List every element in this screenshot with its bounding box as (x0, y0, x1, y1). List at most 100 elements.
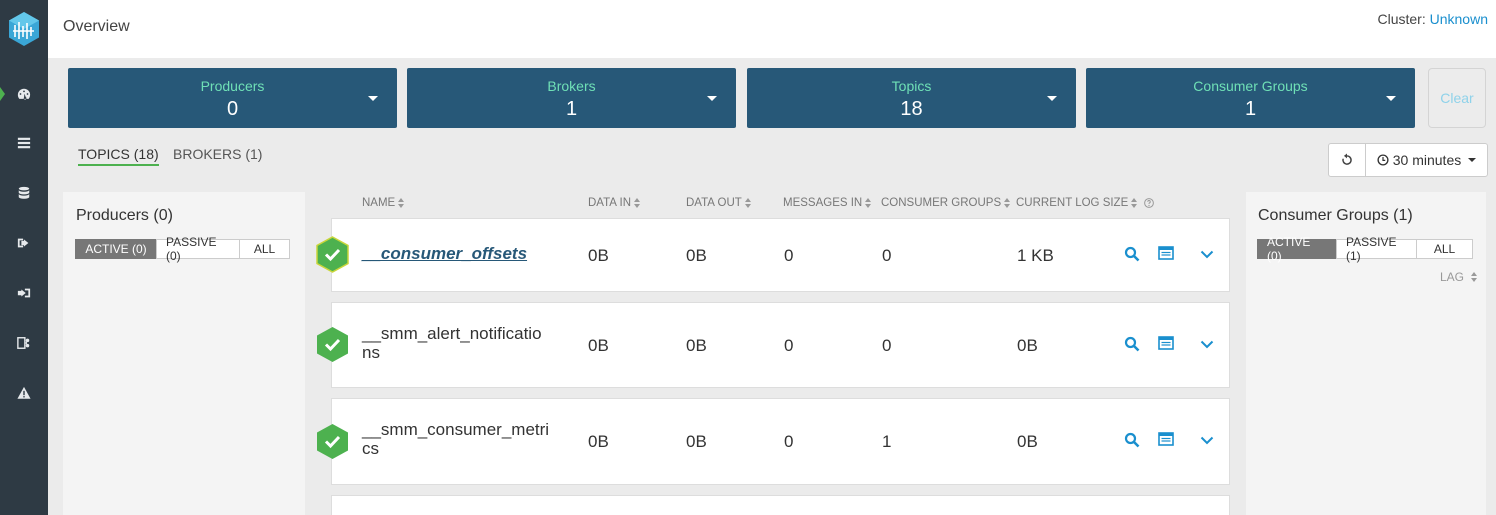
column-header-data-out[interactable]: DATA OUT (686, 197, 752, 209)
stat-value: 1 (1244, 98, 1257, 120)
consumer-groups-value: 0 (882, 246, 892, 265)
topic-name-line: cs (362, 439, 379, 458)
time-range-label: 30 minutes (1392, 152, 1462, 168)
chevron-down-icon[interactable] (1198, 245, 1216, 263)
column-header-name[interactable]: NAME (362, 197, 405, 209)
topic-name[interactable]: __smm_alert_notificatio ns (362, 324, 542, 362)
details-panel-icon[interactable] (1157, 244, 1175, 262)
lag-column-header[interactable]: LAG (1440, 270, 1478, 284)
details-panel-icon[interactable] (1157, 334, 1175, 352)
consumer-groups-panel: Consumer Groups (1) ACTIVE (0) PASSIVE (… (1246, 192, 1486, 515)
clear-button[interactable]: Clear (1428, 68, 1486, 128)
database-icon (18, 186, 30, 199)
consumer-groups-card[interactable]: Consumer Groups 1 (1086, 68, 1415, 128)
cluster-label: Cluster: (1377, 11, 1426, 27)
column-header-consumer-groups[interactable]: CONSUMER GROUPS (881, 197, 1011, 209)
stat-value: 18 (900, 98, 923, 120)
filter-active[interactable]: ACTIVE (0) (75, 239, 157, 259)
caret-down-icon (1468, 158, 1477, 162)
status-ok-icon (316, 236, 349, 273)
nav-alerts[interactable] (0, 368, 48, 418)
warning-icon (17, 386, 31, 399)
filter-all[interactable]: ALL (239, 239, 290, 259)
topic-name-link[interactable]: __consumer_offsets (362, 244, 527, 263)
caret-down-icon[interactable] (368, 96, 378, 101)
refresh-button[interactable] (1328, 143, 1366, 177)
sign-in-icon (17, 288, 31, 298)
nav-topics[interactable] (0, 118, 48, 168)
help-icon[interactable] (1144, 198, 1155, 208)
page-title: Overview (63, 18, 130, 35)
filter-active[interactable]: ACTIVE (0) (1257, 235, 1337, 263)
nav-consumers[interactable] (0, 268, 48, 318)
sort-icon (634, 197, 641, 208)
details-panel-icon[interactable] (1157, 430, 1175, 448)
refresh-icon (1342, 153, 1352, 165)
sign-out-icon (17, 238, 29, 248)
sort-icon (1131, 197, 1138, 208)
data-in-value: 0B (588, 246, 609, 265)
topics-card[interactable]: Topics 18 (747, 68, 1076, 128)
chevron-down-icon[interactable] (1198, 431, 1216, 449)
app-logo[interactable] (6, 11, 42, 47)
table-row[interactable]: __smm_alert_notificatio ns 0B 0B 0 0 0B (317, 302, 1230, 388)
stat-value: 1 (565, 98, 578, 120)
tab-topics[interactable]: TOPICS (18) (78, 146, 159, 166)
sort-icon (865, 197, 872, 208)
producers-filter-group: ACTIVE (0) PASSIVE (0) ALL (75, 235, 290, 263)
chevron-down-icon[interactable] (1198, 335, 1216, 353)
column-header-data-in[interactable]: DATA IN (588, 197, 641, 209)
topic-name-line: ns (362, 343, 380, 362)
header-bar: Overview Cluster: Unknown (48, 0, 1496, 58)
tab-brokers[interactable]: BROKERS (1) (173, 146, 262, 162)
stat-label: Consumer Groups (1193, 78, 1308, 94)
status-ok-icon (317, 327, 348, 362)
topic-name-line: __smm_consumer_metri (362, 420, 550, 439)
table-row[interactable] (331, 495, 1230, 515)
time-range-dropdown[interactable]: 30 minutes (1365, 143, 1488, 177)
filter-passive[interactable]: PASSIVE (0) (156, 235, 240, 263)
caret-down-icon[interactable] (1386, 96, 1396, 101)
search-icon[interactable] (1123, 431, 1141, 449)
data-in-value: 0B (588, 432, 609, 451)
topic-name-line: __smm_alert_notificatio (362, 324, 542, 343)
messages-in-value: 0 (784, 432, 794, 451)
caret-down-icon[interactable] (1047, 96, 1057, 101)
lag-label: LAG (1439, 270, 1464, 284)
data-out-value: 0B (686, 432, 707, 451)
topic-name[interactable]: __smm_consumer_metri cs (362, 420, 549, 458)
producers-panel: Producers (0) ACTIVE (0) PASSIVE (0) ALL (63, 192, 305, 515)
producers-card[interactable]: Producers 0 (68, 68, 397, 128)
nav-brokers[interactable] (0, 168, 48, 218)
cluster-link[interactable]: Unknown (1430, 11, 1488, 27)
clock-icon (1377, 154, 1389, 166)
table-row[interactable]: __consumer_offsets 0B 0B 0 0 1 KB (316, 218, 1230, 292)
data-out-value: 0B (686, 336, 707, 355)
stat-label: Brokers (547, 78, 596, 94)
log-size-value: 0B (1017, 432, 1038, 451)
consumer-groups-value: 1 (882, 432, 892, 451)
brokers-card[interactable]: Brokers 1 (407, 68, 736, 128)
log-size-value: 0B (1017, 336, 1038, 355)
messages-in-value: 0 (784, 246, 794, 265)
column-header-log-size[interactable]: CURRENT LOG SIZE (1016, 197, 1155, 209)
search-icon[interactable] (1123, 245, 1141, 263)
sort-icon (398, 197, 405, 208)
column-header-messages-in[interactable]: MESSAGES IN (783, 197, 872, 209)
data-out-value: 0B (686, 246, 707, 265)
search-icon[interactable] (1123, 335, 1141, 353)
stat-value: 0 (226, 98, 239, 120)
log-size-value: 1 KB (1017, 246, 1054, 265)
filter-passive[interactable]: PASSIVE (1) (1336, 235, 1417, 263)
sort-icon (1004, 197, 1011, 208)
nav-producers[interactable] (0, 218, 48, 268)
consumer-groups-filter-group: ACTIVE (0) PASSIVE (1) ALL (1257, 235, 1473, 263)
caret-down-icon[interactable] (707, 96, 717, 101)
table-row[interactable]: __smm_consumer_metri cs 0B 0B 0 1 0B (317, 398, 1230, 485)
sort-icon (744, 197, 752, 208)
messages-in-value: 0 (784, 336, 794, 355)
nav-data-explorer[interactable] (0, 318, 48, 368)
nav-overview[interactable] (0, 69, 48, 119)
stat-label: Topics (891, 78, 932, 94)
filter-all[interactable]: ALL (1416, 239, 1473, 259)
